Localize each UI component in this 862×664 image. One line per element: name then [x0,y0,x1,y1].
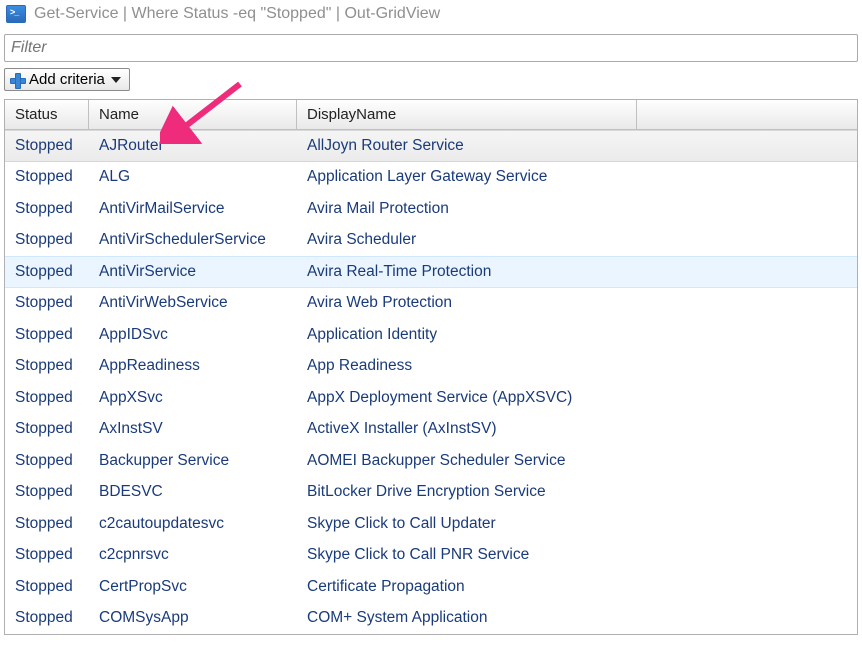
cell-status: Stopped [5,263,89,281]
cell-displayname: Skype Click to Call PNR Service [297,546,857,564]
cell-name: AppXSvc [89,389,297,407]
table-row[interactable]: StoppedAppXSvcAppX Deployment Service (A… [5,382,857,414]
column-header-status[interactable]: Status [5,100,89,129]
cell-name: ALG [89,168,297,186]
table-row[interactable]: StoppedBackupper ServiceAOMEI Backupper … [5,445,857,477]
cell-status: Stopped [5,452,89,470]
table-row[interactable]: StoppedAppReadinessApp Readiness [5,351,857,383]
cell-displayname: AOMEI Backupper Scheduler Service [297,452,857,470]
cell-status: Stopped [5,546,89,564]
cell-name: Backupper Service [89,452,297,470]
cell-name: COMSysApp [89,609,297,627]
add-criteria-label: Add criteria [29,71,105,88]
cell-displayname: AllJoyn Router Service [297,137,857,155]
cell-name: c2cautoupdatesvc [89,515,297,533]
table-row[interactable]: Stoppedc2cpnrsvcSkype Click to Call PNR … [5,540,857,572]
cell-displayname: Avira Scheduler [297,231,857,249]
cell-displayname: Avira Mail Protection [297,200,857,218]
grid: Status Name DisplayName StoppedAJRouterA… [4,99,858,635]
cell-name: AxInstSV [89,420,297,438]
cell-displayname: COM+ System Application [297,609,857,627]
criteria-bar: Add criteria [4,68,858,91]
table-row[interactable]: StoppedALGApplication Layer Gateway Serv… [5,162,857,194]
chevron-down-icon [111,77,121,83]
plus-icon [9,72,25,88]
table-row[interactable]: StoppedAntiVirSchedulerServiceAvira Sche… [5,225,857,257]
table-row[interactable]: StoppedCertPropSvcCertificate Propagatio… [5,571,857,603]
cell-name: AntiVirService [89,263,297,281]
table-row[interactable]: StoppedAppIDSvcApplication Identity [5,319,857,351]
table-row[interactable]: StoppedAntiVirWebServiceAvira Web Protec… [5,288,857,320]
powershell-icon [6,5,26,23]
cell-status: Stopped [5,420,89,438]
filter-input[interactable] [4,34,858,62]
column-header-displayname[interactable]: DisplayName [297,100,637,129]
add-criteria-button[interactable]: Add criteria [4,68,130,91]
cell-status: Stopped [5,200,89,218]
cell-displayname: Skype Click to Call Updater [297,515,857,533]
cell-name: AntiVirWebService [89,294,297,312]
table-row[interactable]: Stoppedc2cautoupdatesvcSkype Click to Ca… [5,508,857,540]
cell-displayname: ActiveX Installer (AxInstSV) [297,420,857,438]
table-row[interactable]: StoppedAJRouterAllJoyn Router Service [5,130,857,162]
cell-displayname: App Readiness [297,357,857,375]
cell-displayname: Application Identity [297,326,857,344]
cell-status: Stopped [5,578,89,596]
table-row[interactable]: StoppedAntiVirMailServiceAvira Mail Prot… [5,193,857,225]
cell-status: Stopped [5,326,89,344]
cell-status: Stopped [5,231,89,249]
cell-name: CertPropSvc [89,578,297,596]
cell-status: Stopped [5,515,89,533]
cell-status: Stopped [5,483,89,501]
cell-name: c2cpnrsvc [89,546,297,564]
cell-name: AppReadiness [89,357,297,375]
column-header-extra[interactable] [637,100,857,129]
cell-status: Stopped [5,294,89,312]
cell-name: BDESVC [89,483,297,501]
cell-displayname: BitLocker Drive Encryption Service [297,483,857,501]
filter-section [4,34,858,62]
cell-status: Stopped [5,168,89,186]
grid-body: StoppedAJRouterAllJoyn Router ServiceSto… [5,130,857,634]
table-row[interactable]: StoppedBDESVCBitLocker Drive Encryption … [5,477,857,509]
cell-name: AntiVirSchedulerService [89,231,297,249]
grid-header: Status Name DisplayName [5,100,857,130]
table-row[interactable]: StoppedCOMSysAppCOM+ System Application [5,603,857,635]
cell-displayname: AppX Deployment Service (AppXSVC) [297,389,857,407]
cell-status: Stopped [5,609,89,627]
cell-status: Stopped [5,137,89,155]
cell-status: Stopped [5,357,89,375]
window-title: Get-Service | Where Status -eq "Stopped"… [34,5,440,23]
cell-displayname: Avira Web Protection [297,294,857,312]
cell-displayname: Certificate Propagation [297,578,857,596]
column-header-name[interactable]: Name [89,100,297,129]
cell-name: AJRouter [89,137,297,155]
cell-name: AppIDSvc [89,326,297,344]
cell-name: AntiVirMailService [89,200,297,218]
cell-displayname: Avira Real-Time Protection [297,263,857,281]
cell-displayname: Application Layer Gateway Service [297,168,857,186]
cell-status: Stopped [5,389,89,407]
titlebar: Get-Service | Where Status -eq "Stopped"… [0,0,862,28]
table-row[interactable]: StoppedAntiVirServiceAvira Real-Time Pro… [5,256,857,288]
table-row[interactable]: StoppedAxInstSVActiveX Installer (AxInst… [5,414,857,446]
